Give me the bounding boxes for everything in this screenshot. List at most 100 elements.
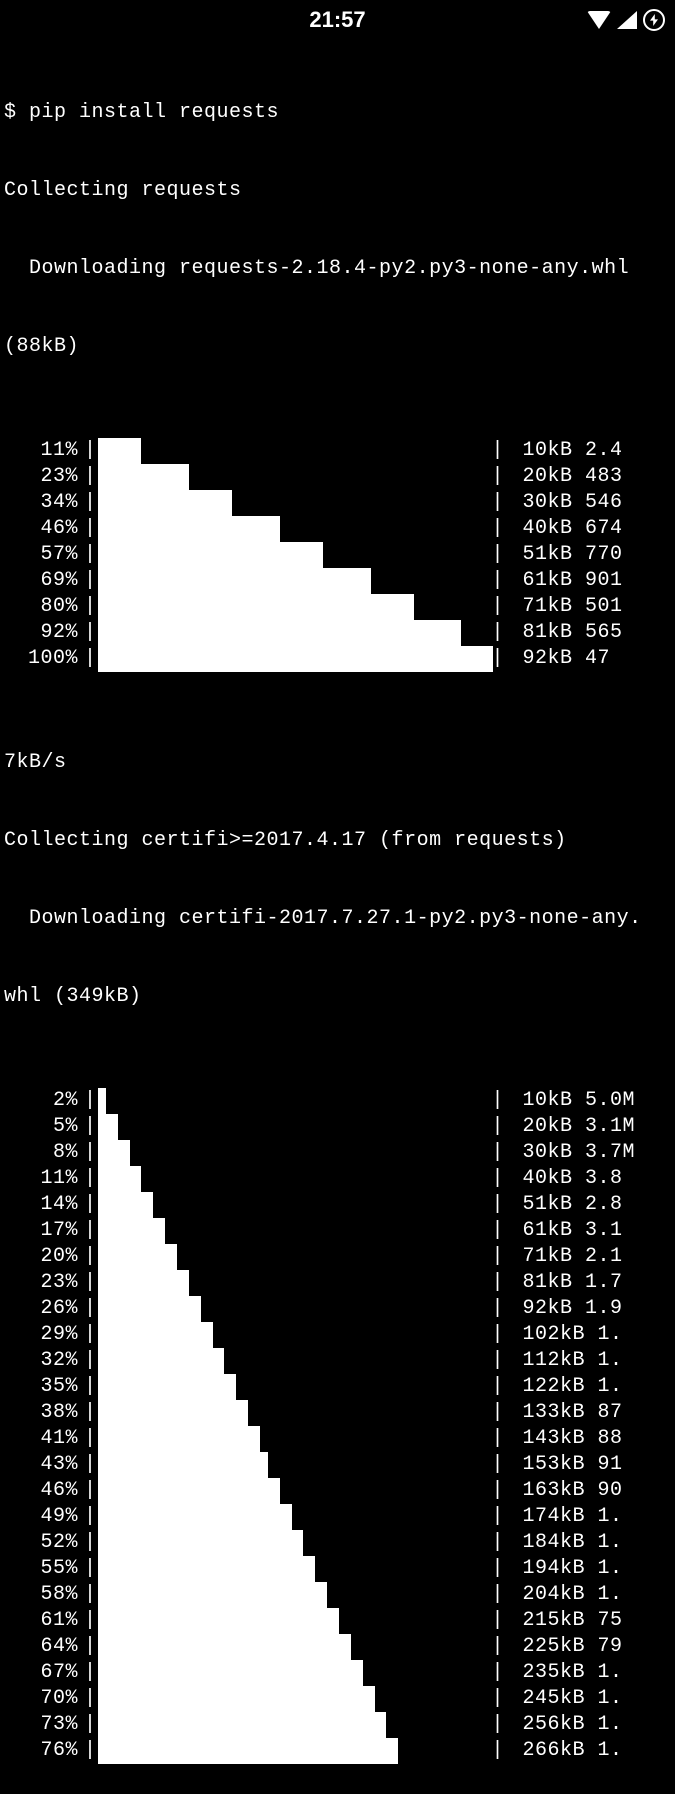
progress-stats: 81kB 565 (504, 620, 623, 646)
bar-delim: | (84, 1322, 97, 1348)
bar-delim: | (491, 1192, 504, 1218)
bar-delim: | (491, 1088, 504, 1114)
progress-stats: 256kB 1. (504, 1712, 623, 1738)
bar-delim: | (84, 1738, 97, 1764)
progress-bar: || (84, 1712, 504, 1738)
progress-bar: || (84, 1114, 504, 1140)
bar-fill (98, 1634, 351, 1660)
progress-bar: || (84, 1738, 504, 1764)
terminal-output[interactable]: $ pip install requests Collecting reques… (0, 40, 675, 1794)
progress-percent: 55% (4, 1556, 84, 1582)
progress-block-requests: 11%|| 10kB 2.423%|| 20kB 48334%|| 30kB 5… (4, 438, 671, 672)
bar-fill (98, 464, 189, 490)
bar-fill (98, 1556, 315, 1582)
progress-stats: 71kB 2.1 (504, 1244, 623, 1270)
progress-stats: 133kB 87 (504, 1400, 623, 1426)
progress-bar: || (84, 490, 504, 516)
bar-delim: | (84, 568, 97, 594)
progress-percent: 100% (4, 646, 84, 672)
progress-bar: || (84, 568, 504, 594)
bar-fill (98, 1582, 327, 1608)
bar-delim: | (491, 1400, 504, 1426)
progress-stats: 163kB 90 (504, 1478, 623, 1504)
bar-fill (98, 1452, 268, 1478)
bar-fill (98, 620, 461, 646)
progress-stats: 143kB 88 (504, 1426, 623, 1452)
progress-line: 23%|| 20kB 483 (4, 464, 671, 490)
progress-line: 11%|| 10kB 2.4 (4, 438, 671, 464)
bar-delim: | (84, 1270, 97, 1296)
bar-delim: | (84, 1296, 97, 1322)
size-line: whl (349kB) (4, 984, 671, 1010)
bar-delim: | (84, 1426, 97, 1452)
bar-fill (98, 1244, 177, 1270)
bar-delim: | (84, 464, 97, 490)
bar-fill (98, 1504, 292, 1530)
progress-stats: 235kB 1. (504, 1660, 623, 1686)
progress-bar: || (84, 620, 504, 646)
progress-percent: 17% (4, 1218, 84, 1244)
bar-delim: | (491, 1452, 504, 1478)
progress-percent: 76% (4, 1738, 84, 1764)
bar-delim: | (491, 1426, 504, 1452)
progress-line: 41%|| 143kB 88 (4, 1426, 671, 1452)
progress-stats: 112kB 1. (504, 1348, 623, 1374)
progress-line: 67%|| 235kB 1. (4, 1660, 671, 1686)
progress-bar: || (84, 438, 504, 464)
progress-percent: 70% (4, 1686, 84, 1712)
progress-bar: || (84, 1634, 504, 1660)
bar-delim: | (491, 1322, 504, 1348)
progress-line: 49%|| 174kB 1. (4, 1504, 671, 1530)
bar-delim: | (491, 620, 504, 646)
bar-delim: | (84, 1374, 97, 1400)
bar-fill (98, 1374, 236, 1400)
bar-delim: | (84, 1166, 97, 1192)
bar-delim: | (491, 464, 504, 490)
power-icon (643, 9, 665, 31)
bar-delim: | (491, 1478, 504, 1504)
bar-delim: | (84, 1530, 97, 1556)
progress-bar: || (84, 646, 504, 672)
bar-fill (98, 542, 323, 568)
bar-delim: | (491, 1712, 504, 1738)
progress-stats: 20kB 3.1M (504, 1114, 635, 1140)
bar-delim: | (491, 1504, 504, 1530)
progress-percent: 61% (4, 1608, 84, 1634)
progress-line: 61%|| 215kB 75 (4, 1608, 671, 1634)
progress-stats: 194kB 1. (504, 1556, 623, 1582)
bar-delim: | (84, 1712, 97, 1738)
bar-delim: | (84, 1114, 97, 1140)
progress-percent: 80% (4, 594, 84, 620)
progress-stats: 215kB 75 (504, 1608, 623, 1634)
progress-stats: 174kB 1. (504, 1504, 623, 1530)
progress-line: 17%|| 61kB 3.1 (4, 1218, 671, 1244)
progress-stats: 153kB 91 (504, 1452, 623, 1478)
bar-delim: | (491, 1140, 504, 1166)
progress-bar: || (84, 516, 504, 542)
bar-delim: | (84, 1608, 97, 1634)
bar-fill (98, 1608, 339, 1634)
bar-fill (98, 490, 232, 516)
progress-line: 55%|| 194kB 1. (4, 1556, 671, 1582)
bar-fill (98, 568, 371, 594)
bar-delim: | (84, 1244, 97, 1270)
bar-delim: | (84, 594, 97, 620)
bar-delim: | (491, 490, 504, 516)
progress-bar: || (84, 1166, 504, 1192)
bar-fill (98, 1738, 398, 1764)
progress-stats: 40kB 674 (504, 516, 623, 542)
progress-bar: || (84, 1504, 504, 1530)
progress-percent: 11% (4, 438, 84, 464)
bar-delim: | (491, 1556, 504, 1582)
progress-bar: || (84, 1270, 504, 1296)
progress-stats: 245kB 1. (504, 1686, 623, 1712)
progress-line: 80%|| 71kB 501 (4, 594, 671, 620)
bar-delim: | (491, 1530, 504, 1556)
progress-line: 70%|| 245kB 1. (4, 1686, 671, 1712)
progress-line: 29%|| 102kB 1. (4, 1322, 671, 1348)
bar-delim: | (84, 1400, 97, 1426)
progress-line: 57%|| 51kB 770 (4, 542, 671, 568)
progress-percent: 34% (4, 490, 84, 516)
bar-fill (98, 438, 141, 464)
progress-stats: 10kB 5.0M (504, 1088, 635, 1114)
